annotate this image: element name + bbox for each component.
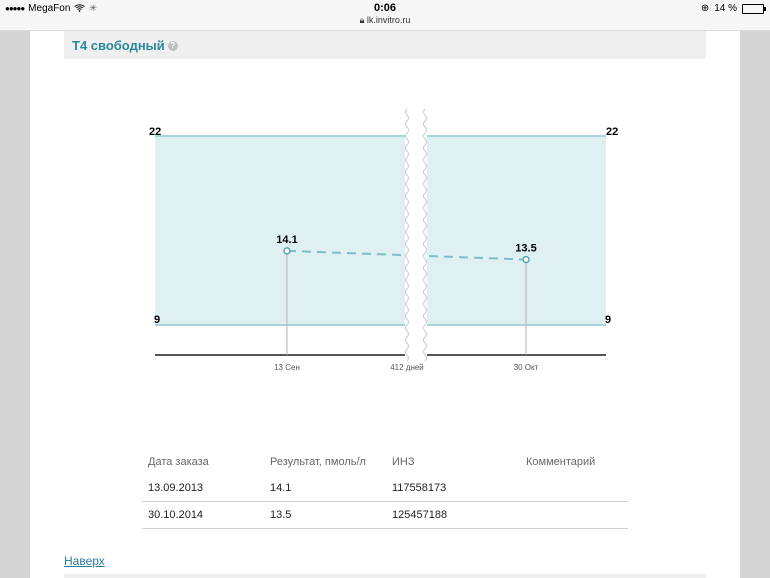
data-point-marker[interactable]: [283, 247, 291, 255]
y-tick-right-bottom: 9: [605, 314, 611, 326]
status-center: 0:06 🔒︎ lk.invitro.ru: [0, 2, 770, 26]
x-tick-label: 412 дней: [390, 363, 424, 372]
cell-inz: 125457188: [386, 501, 520, 529]
table-row: 30.10.2014 13.5 125457188: [142, 501, 628, 529]
url-bar[interactable]: 🔒︎ lk.invitro.ru: [0, 15, 770, 26]
reference-band-right: [427, 136, 606, 325]
results-table: Дата заказа Результат, пмоль/л ИНЗ Комме…: [142, 449, 628, 529]
column-header: Результат, пмоль/л: [270, 456, 366, 468]
reference-band-left: [155, 136, 405, 325]
orientation-lock-icon: ⊕: [700, 3, 710, 14]
bottom-section-bar: [64, 574, 706, 578]
lock-icon: 🔒︎: [359, 15, 365, 25]
back-to-top-link[interactable]: Наверх: [64, 554, 105, 568]
data-point-label: 13.5: [515, 243, 536, 255]
data-point-marker[interactable]: [522, 255, 530, 264]
table-header-row: Дата заказа Результат, пмоль/л ИНЗ Комме…: [142, 449, 628, 475]
clock: 0:06: [373, 2, 397, 14]
x-tick-label: 13 Сен: [274, 363, 300, 372]
url-text: lk.invitro.ru: [366, 15, 411, 25]
battery-percent: 14 %: [714, 3, 737, 14]
column-header: ИНЗ: [392, 456, 415, 468]
status-right: ⊕ 14 %: [700, 3, 766, 14]
cell-comment: [520, 475, 628, 502]
cell-comment: [520, 501, 628, 529]
y-tick-right-top: 22: [606, 126, 618, 138]
x-tick-label: 30 Окт: [514, 363, 539, 372]
data-point-label: 14.1: [276, 234, 297, 246]
cell-inz: 117558173: [386, 475, 520, 502]
table-row: 13.09.2013 14.1 117558173: [142, 475, 628, 502]
results-chart: 14.1 13.5 22 9 22 9 13 Сен 412 дней 30 О…: [149, 108, 618, 372]
battery-icon: [742, 3, 766, 14]
column-header: Дата заказа: [148, 456, 209, 468]
y-tick-left-top: 22: [149, 126, 161, 138]
y-tick-left-bottom: 9: [154, 314, 160, 326]
status-bar: ●●●●● MegaFon ✳ 0:06 🔒︎ lk.invitro.ru ⊕ …: [0, 0, 770, 31]
page-content: Т4 свободный? 14.1 13.5 22 9 22 9 13 Сен…: [30, 31, 740, 578]
cell-result: 13.5: [264, 501, 386, 529]
cell-order-date: 30.10.2014: [142, 501, 264, 529]
column-header: Комментарий: [526, 456, 596, 468]
cell-order-date: 13.09.2013: [142, 475, 264, 502]
cell-result: 14.1: [264, 475, 386, 502]
